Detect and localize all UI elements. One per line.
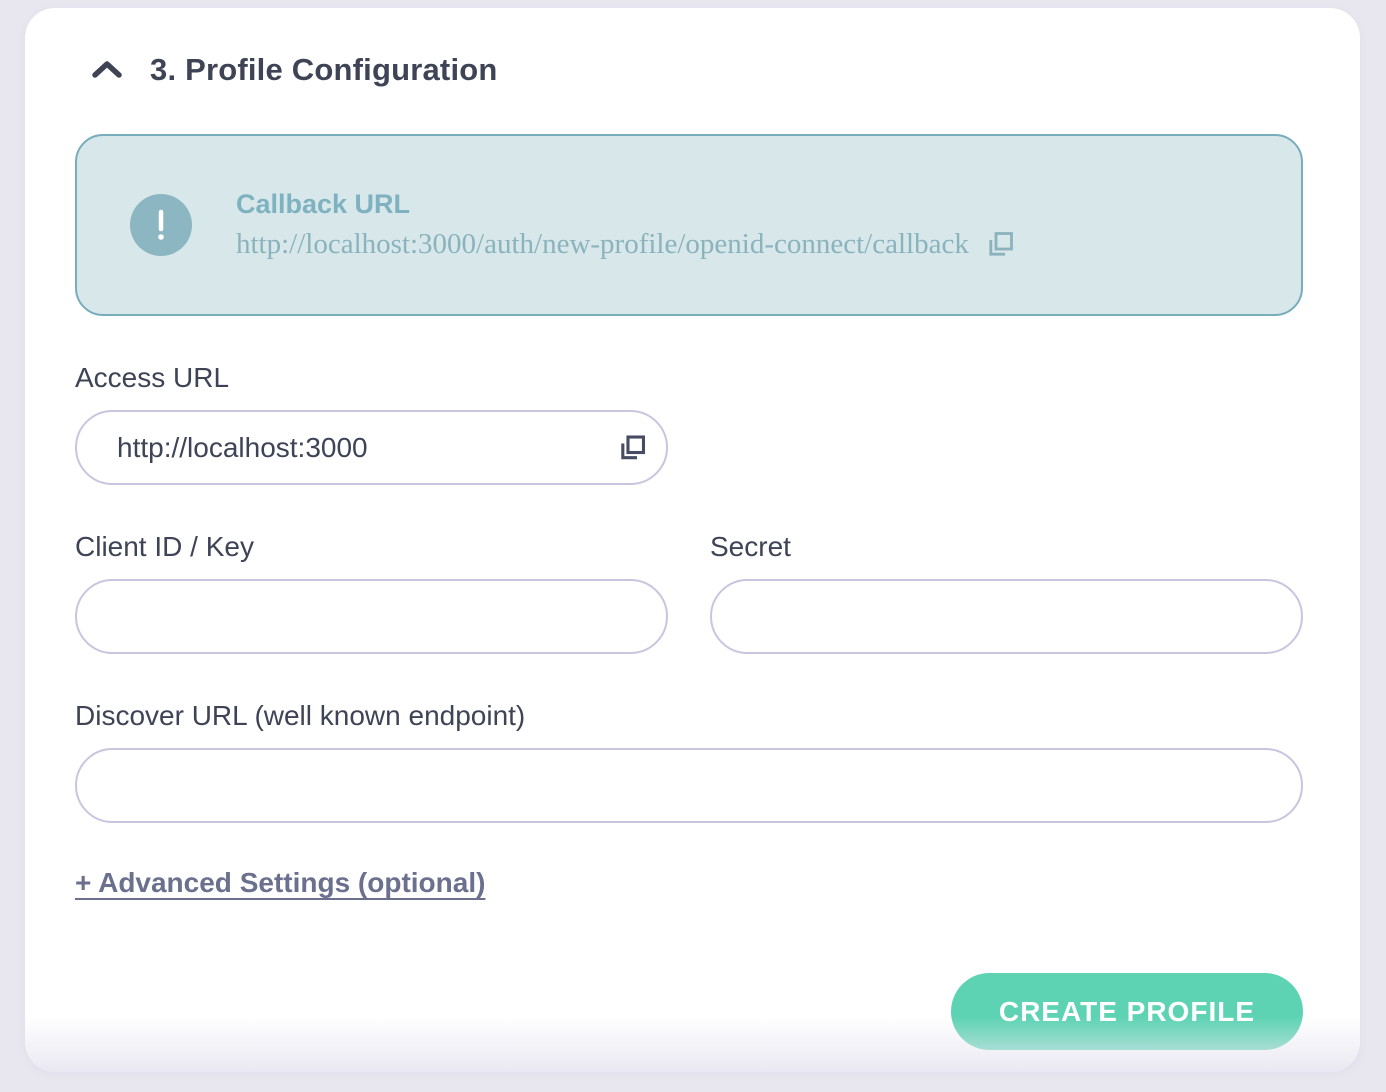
discover-url-label: Discover URL (well known endpoint) [75, 700, 1303, 732]
callback-url-value: http://localhost:3000/auth/new-profile/o… [236, 228, 969, 261]
collapse-section-button[interactable] [90, 56, 124, 84]
callback-text-block: Callback URL http://localhost:3000/auth/… [236, 189, 1016, 261]
callback-url-info-box: Callback URL http://localhost:3000/auth/… [75, 134, 1303, 316]
copy-icon [617, 432, 648, 463]
copy-access-url-button[interactable] [617, 432, 648, 463]
create-profile-button[interactable]: CREATE PROFILE [951, 973, 1303, 1050]
secret-label: Secret [710, 531, 1303, 563]
access-url-label: Access URL [75, 362, 1303, 394]
chevron-up-icon [90, 58, 124, 82]
discover-url-input[interactable] [75, 748, 1303, 823]
profile-configuration-panel: 3. Profile Configuration Callback URL ht… [25, 8, 1360, 1072]
section-title: 3. Profile Configuration [150, 52, 498, 88]
callback-url-label: Callback URL [236, 189, 1016, 220]
exclamation-icon [130, 194, 192, 256]
secret-input[interactable] [710, 579, 1303, 654]
access-url-input[interactable] [75, 410, 668, 485]
copy-callback-url-button[interactable] [985, 229, 1016, 260]
client-id-input[interactable] [75, 579, 668, 654]
copy-icon [985, 229, 1016, 260]
advanced-settings-link[interactable]: + Advanced Settings (optional) [75, 867, 485, 899]
section-header: 3. Profile Configuration [90, 52, 1303, 88]
client-id-label: Client ID / Key [75, 531, 668, 563]
